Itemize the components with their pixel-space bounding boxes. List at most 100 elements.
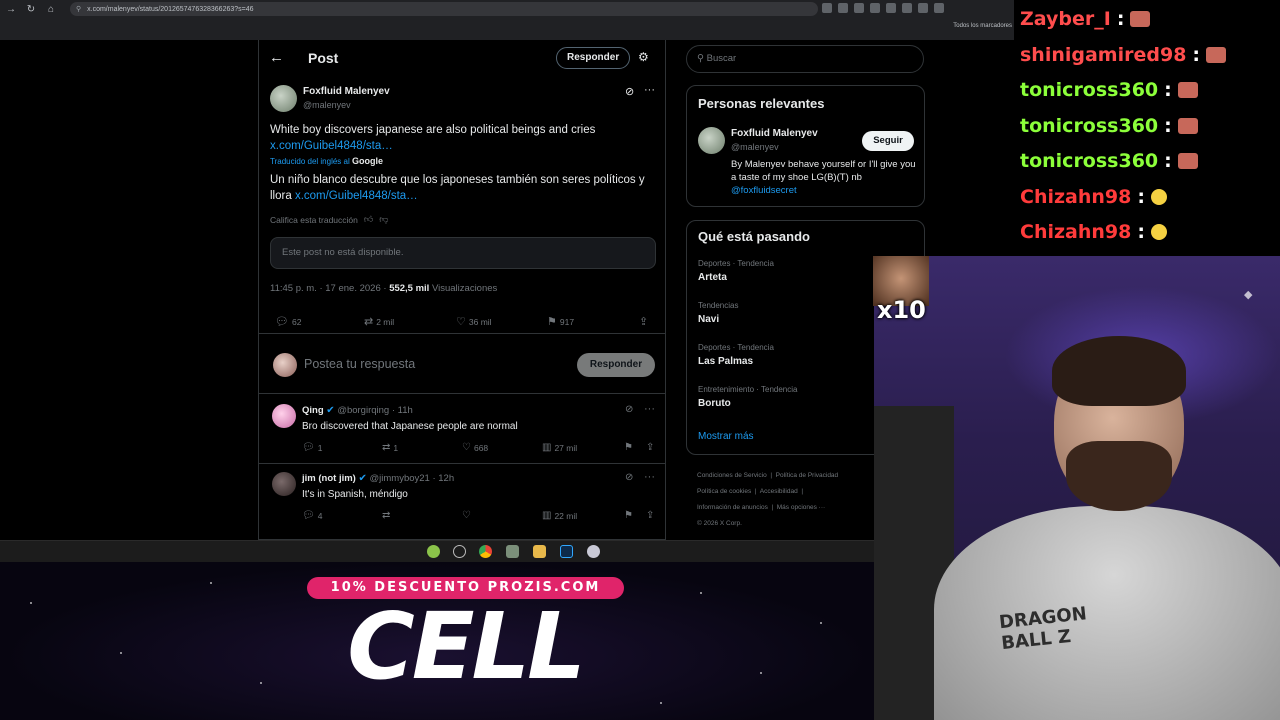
folder-icon[interactable] (533, 545, 546, 558)
extension-icon[interactable] (854, 3, 864, 13)
back-arrow-icon[interactable]: ← (269, 49, 284, 66)
footer-cookies[interactable]: Política de cookies (697, 488, 751, 495)
reply-avatar[interactable] (272, 404, 296, 428)
reply-time[interactable]: · 12h (432, 473, 454, 484)
reload-icon[interactable]: ↻ (22, 1, 40, 17)
footer-links: Condiciones de Servicio | Política de Pr… (697, 472, 839, 527)
tweet-link[interactable]: x.com/Guibel4848/sta… (270, 140, 393, 152)
header-reply-button[interactable]: Responder (556, 47, 631, 69)
chat-username[interactable]: tonicross360 (1020, 79, 1158, 101)
user-avatar[interactable] (273, 353, 297, 377)
app-icon[interactable] (453, 545, 466, 558)
chat-username[interactable]: shinigamired98 (1020, 44, 1186, 66)
share-action[interactable]: ⇪ (646, 510, 654, 521)
more-options-icon[interactable]: ··· (644, 403, 655, 415)
url-bar[interactable]: ⚲ x.com/malenyev/status/2012657476328366… (70, 2, 818, 16)
grok-icon[interactable]: ⊘ (625, 472, 633, 483)
app-icon[interactable] (587, 545, 600, 558)
reply-handle[interactable]: @borgirqing (337, 405, 389, 416)
views-count: 552,5 mil (389, 283, 430, 294)
chat-username[interactable]: Chizahn98 (1020, 221, 1131, 243)
reply-item[interactable]: jim (not jim) ✔ @jimmyboy21 · 12h ⊘ ··· … (259, 466, 665, 540)
reply-action[interactable]: 💬︎ 62 (275, 315, 301, 328)
like-action[interactable]: ♡ 668 (462, 442, 488, 453)
chat-username[interactable]: Zayber_I (1020, 8, 1111, 30)
trend-item[interactable]: Tendencias Navi (698, 301, 898, 325)
author-name[interactable]: Foxfluid Malenyev (303, 86, 390, 97)
author-handle[interactable]: @malenyev (303, 100, 351, 110)
chat-separator: : (1137, 185, 1145, 208)
trend-name: Arteta (698, 272, 727, 283)
reply-author-name[interactable]: jim (not jim) (302, 473, 356, 484)
thumbs-down-icon[interactable]: 👎︎ (379, 214, 388, 225)
extension-icon[interactable] (886, 3, 896, 13)
chat-emote-icon (1150, 188, 1167, 205)
photoshop-icon[interactable] (560, 545, 573, 558)
more-options-icon[interactable]: ··· (644, 471, 655, 483)
relevant-handle[interactable]: @malenyev (731, 142, 779, 152)
footer-accessibility[interactable]: Accesibilidad (760, 488, 798, 495)
repost-icon: ⇄ (382, 442, 391, 453)
repost-action[interactable]: ⇄ (382, 510, 393, 521)
relevant-avatar[interactable] (698, 127, 725, 154)
reply-input[interactable]: Postea tu respuesta (304, 357, 415, 371)
chat-username[interactable]: tonicross360 (1020, 150, 1158, 172)
bookmark-action[interactable]: ⚑ (624, 510, 633, 521)
bookmark-action[interactable]: ⚑ 917 (547, 315, 574, 328)
extension-icon[interactable] (918, 3, 928, 13)
footer-ads[interactable]: Información de anuncios (697, 504, 768, 511)
extension-icon[interactable] (838, 3, 848, 13)
repost-action[interactable]: ⇄ 1 (382, 442, 398, 453)
chat-username[interactable]: Chizahn98 (1020, 186, 1131, 208)
reply-time[interactable]: · 11h (392, 405, 413, 416)
tweet-link-translated[interactable]: x.com/Guibel4848/sta… (295, 190, 418, 202)
footer-terms[interactable]: Condiciones de Servicio (697, 472, 767, 479)
reply-action[interactable]: 💬︎ 4 (302, 510, 322, 521)
views-action[interactable]: ▥ 22 mil (542, 510, 577, 521)
author-avatar[interactable] (270, 85, 297, 112)
bookmark-action[interactable]: ⚑ (624, 442, 633, 453)
sliders-icon[interactable]: ⚙ (638, 50, 649, 64)
share-action[interactable]: ⇪ (646, 442, 654, 453)
like-action[interactable]: ♡ 36 mil (456, 315, 492, 328)
grok-icon[interactable]: ⊘ (625, 404, 633, 415)
chrome-icon[interactable] (479, 545, 492, 558)
follow-button[interactable]: Seguir (862, 131, 914, 151)
reply-avatar[interactable] (272, 472, 296, 496)
more-options-icon[interactable]: ··· (644, 84, 655, 96)
post-timestamp[interactable]: 11:45 p. m. · 17 ene. 2026 · (270, 283, 387, 294)
bookmark-star-icon[interactable] (870, 3, 880, 13)
relevant-name[interactable]: Foxfluid Malenyev (731, 128, 818, 139)
show-more-link[interactable]: Mostrar más (698, 431, 754, 442)
reply-author-name[interactable]: Qing (302, 405, 324, 416)
reply-submit-button[interactable]: Responder (577, 353, 655, 377)
footer-privacy[interactable]: Política de Privacidad (776, 472, 839, 479)
reply-handle[interactable]: @jimmyboy21 (370, 473, 430, 484)
like-action[interactable]: ♡ (462, 510, 474, 521)
back-nav-icon[interactable]: → (2, 1, 20, 17)
reply-action[interactable]: 💬︎ 1 (302, 442, 322, 453)
trend-item[interactable]: Entretenimiento · Tendencia Boruto (698, 385, 898, 409)
trend-item[interactable]: Deportes · Tendencia Arteta (698, 259, 898, 283)
trend-name: Las Palmas (698, 356, 754, 367)
trend-item[interactable]: Deportes · Tendencia Las Palmas (698, 343, 898, 367)
all-bookmarks-button[interactable]: Todos los marcadores (953, 23, 1012, 29)
repost-action[interactable]: ⇄ 2 mil (364, 315, 394, 328)
profile-icon[interactable] (934, 3, 944, 13)
home-icon[interactable]: ⌂ (42, 1, 60, 17)
chat-username[interactable]: tonicross360 (1020, 115, 1158, 137)
site-info-icon[interactable]: ⚲ (76, 5, 81, 13)
trend-meta: Tendencias (698, 301, 739, 310)
views-action[interactable]: ▥ 27 mil (542, 442, 577, 453)
app-icon[interactable] (506, 545, 519, 558)
search-input[interactable]: ⚲ Buscar (686, 45, 924, 73)
reply-item[interactable]: Qing ✔ @borgirqing · 11h ⊘ ··· Bro disco… (259, 398, 665, 464)
relevant-bio-link[interactable]: @foxfluidsecret (731, 185, 797, 196)
share-action[interactable]: ⇪ (639, 315, 648, 328)
extension-icon[interactable] (822, 3, 832, 13)
app-icon[interactable] (427, 545, 440, 558)
grok-icon[interactable]: ⊘ (625, 85, 634, 98)
thumbs-up-icon[interactable]: 👍︎ (364, 214, 373, 225)
extension-icon[interactable] (902, 3, 912, 13)
footer-more[interactable]: Más opciones ··· (777, 504, 825, 511)
